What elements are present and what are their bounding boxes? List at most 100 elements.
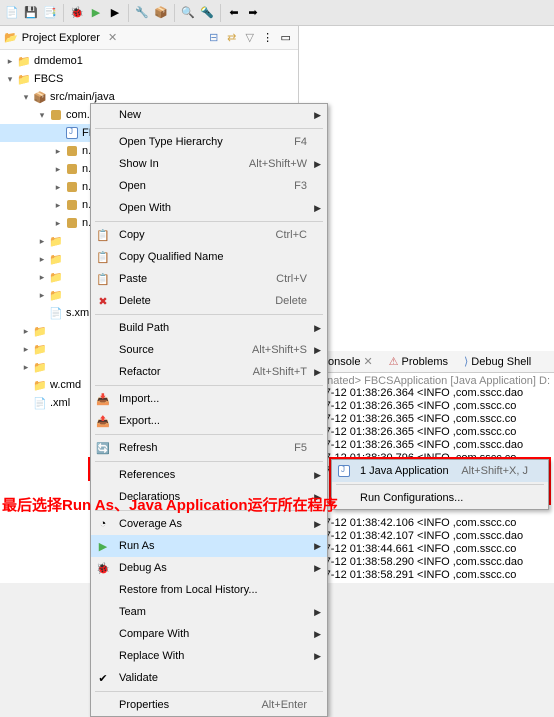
- shortcut-label: F3: [294, 180, 307, 192]
- nav-back-icon[interactable]: ⬅: [226, 5, 242, 21]
- menu-label: Replace With: [119, 650, 184, 662]
- menu-label: New: [119, 109, 141, 121]
- menu-refresh[interactable]: 🔄RefreshF5: [91, 437, 327, 459]
- tree-item[interactable]: ▸📁dmdemo1: [0, 52, 298, 70]
- explorer-close-icon[interactable]: ✕: [108, 31, 117, 44]
- menu-open[interactable]: OpenF3: [91, 175, 327, 197]
- expand-icon[interactable]: ▸: [52, 146, 64, 157]
- file-icon: 📁: [32, 377, 48, 393]
- menu-coverage-as[interactable]: ◔Coverage As▶: [91, 513, 327, 535]
- src-icon: 📦: [32, 89, 48, 105]
- run-last-icon[interactable]: ▶: [107, 5, 123, 21]
- menu-copy[interactable]: 📋CopyCtrl+C: [91, 224, 327, 246]
- log-line: 21-07-12 01:38:26.365 <INFO ,com.sscc.co: [303, 400, 550, 413]
- explorer-icon: 📂: [4, 31, 18, 44]
- expand-icon[interactable]: ▸: [52, 200, 64, 211]
- explorer-title: Project Explorer: [22, 32, 100, 44]
- menu-copy-qualified-name[interactable]: 📋Copy Qualified Name: [91, 246, 327, 268]
- submenu-arrow-icon: ▶: [314, 541, 321, 552]
- menu-paste[interactable]: 📋PasteCtrl+V: [91, 268, 327, 290]
- submenu--java-application[interactable]: J1 Java ApplicationAlt+Shift+X, J: [332, 460, 548, 482]
- expand-icon[interactable]: ▸: [20, 326, 32, 337]
- menu-new[interactable]: New▶: [91, 104, 327, 126]
- close-icon[interactable]: ✕: [363, 355, 372, 368]
- menu-refactor[interactable]: RefactorAlt+Shift+T▶: [91, 361, 327, 383]
- menu-label: Import...: [119, 393, 159, 405]
- menu-source[interactable]: SourceAlt+Shift+S▶: [91, 339, 327, 361]
- tab-problems[interactable]: ⚠Problems: [385, 353, 452, 370]
- debug-shell-icon: ⟩: [464, 355, 468, 368]
- java-icon: J: [64, 125, 80, 141]
- pkg-icon: [64, 197, 80, 213]
- menu-properties[interactable]: PropertiesAlt+Enter: [91, 694, 327, 716]
- shortcut-label: Alt+Shift+W: [249, 158, 307, 170]
- expand-icon[interactable]: ▸: [20, 362, 32, 373]
- submenu-arrow-icon: ▶: [314, 492, 321, 503]
- tree-label: src/main/java: [50, 91, 115, 103]
- menu-run-as[interactable]: ▶Run As▶: [91, 535, 327, 557]
- collapse-all-icon[interactable]: ⊟: [206, 30, 222, 46]
- menu-team[interactable]: Team▶: [91, 601, 327, 623]
- submenu-run-configurations-[interactable]: Run Configurations...: [332, 487, 548, 509]
- menu-import-[interactable]: 📥 Import...: [91, 388, 327, 410]
- run-icon[interactable]: ▶: [88, 5, 104, 21]
- link-editor-icon[interactable]: ⇄: [224, 30, 240, 46]
- folder-icon: 📁: [32, 341, 48, 357]
- menu-label: Debug As: [119, 562, 167, 574]
- expand-icon[interactable]: ▾: [20, 92, 32, 103]
- debug-icon[interactable]: 🐞: [69, 5, 85, 21]
- new-icon[interactable]: 📄: [4, 5, 20, 21]
- console-tab-bar: ▣Console✕ ⚠Problems ⟩Debug Shell: [299, 351, 554, 373]
- tree-label: dmdemo1: [34, 55, 83, 67]
- export-icon: 📤: [95, 413, 111, 429]
- submenu-arrow-icon: ▶: [314, 470, 321, 481]
- menu-declarations[interactable]: Declarations▶: [91, 486, 327, 508]
- menu-debug-as[interactable]: 🐞Debug As▶: [91, 557, 327, 579]
- menu-open-with[interactable]: Open With▶: [91, 197, 327, 219]
- menu-export-[interactable]: 📤 Export...: [91, 410, 327, 432]
- menu-label: Validate: [119, 672, 158, 684]
- open-type-icon[interactable]: 🔍: [180, 5, 196, 21]
- view-menu-icon[interactable]: ⋮: [260, 30, 276, 46]
- expand-icon[interactable]: ▸: [52, 164, 64, 175]
- menu-restore-from-local-history-[interactable]: Restore from Local History...: [91, 579, 327, 601]
- expand-icon[interactable]: ▸: [36, 236, 48, 247]
- menu-compare-with[interactable]: Compare With▶: [91, 623, 327, 645]
- expand-icon[interactable]: ▸: [36, 254, 48, 265]
- java-icon: J: [336, 463, 352, 479]
- ext-tools-icon[interactable]: 🔧: [134, 5, 150, 21]
- menu-show-in[interactable]: Show InAlt+Shift+W▶: [91, 153, 327, 175]
- menu-delete[interactable]: ✖DeleteDelete: [91, 290, 327, 312]
- menu-validate[interactable]: ✔Validate: [91, 667, 327, 689]
- expand-icon[interactable]: ▸: [52, 218, 64, 229]
- submenu-arrow-icon: ▶: [314, 203, 321, 214]
- tab-debug-shell[interactable]: ⟩Debug Shell: [460, 353, 535, 370]
- menu-label: Restore from Local History...: [119, 584, 258, 596]
- expand-icon[interactable]: ▸: [36, 290, 48, 301]
- nav-fwd-icon[interactable]: ➡: [245, 5, 261, 21]
- minimize-icon[interactable]: ▭: [278, 30, 294, 46]
- expand-icon[interactable]: ▸: [20, 344, 32, 355]
- save-icon[interactable]: 💾: [23, 5, 39, 21]
- new-package-icon[interactable]: 📦: [153, 5, 169, 21]
- menu-label: Export...: [119, 415, 160, 427]
- tree-item[interactable]: ▾📁FBCS: [0, 70, 298, 88]
- expand-icon[interactable]: ▸: [4, 56, 16, 67]
- menu-replace-with[interactable]: Replace With▶: [91, 645, 327, 667]
- expand-icon[interactable]: ▾: [4, 74, 16, 85]
- pkg-icon: [48, 107, 64, 123]
- expand-icon[interactable]: ▸: [36, 272, 48, 283]
- menu-references[interactable]: References▶: [91, 464, 327, 486]
- save-all-icon[interactable]: 📑: [42, 5, 58, 21]
- submenu-arrow-icon: ▶: [314, 345, 321, 356]
- menu-label: Team: [119, 606, 146, 618]
- menu-open-type-hierarchy[interactable]: Open Type HierarchyF4: [91, 131, 327, 153]
- folder-icon: 📁: [32, 359, 48, 375]
- expand-icon[interactable]: ▾: [36, 110, 48, 121]
- shortcut-label: Alt+Enter: [261, 699, 307, 711]
- search-icon[interactable]: 🔦: [199, 5, 215, 21]
- expand-icon[interactable]: ▸: [52, 182, 64, 193]
- import-icon: 📥: [95, 391, 111, 407]
- filter-icon[interactable]: ▽: [242, 30, 258, 46]
- menu-build-path[interactable]: Build Path▶: [91, 317, 327, 339]
